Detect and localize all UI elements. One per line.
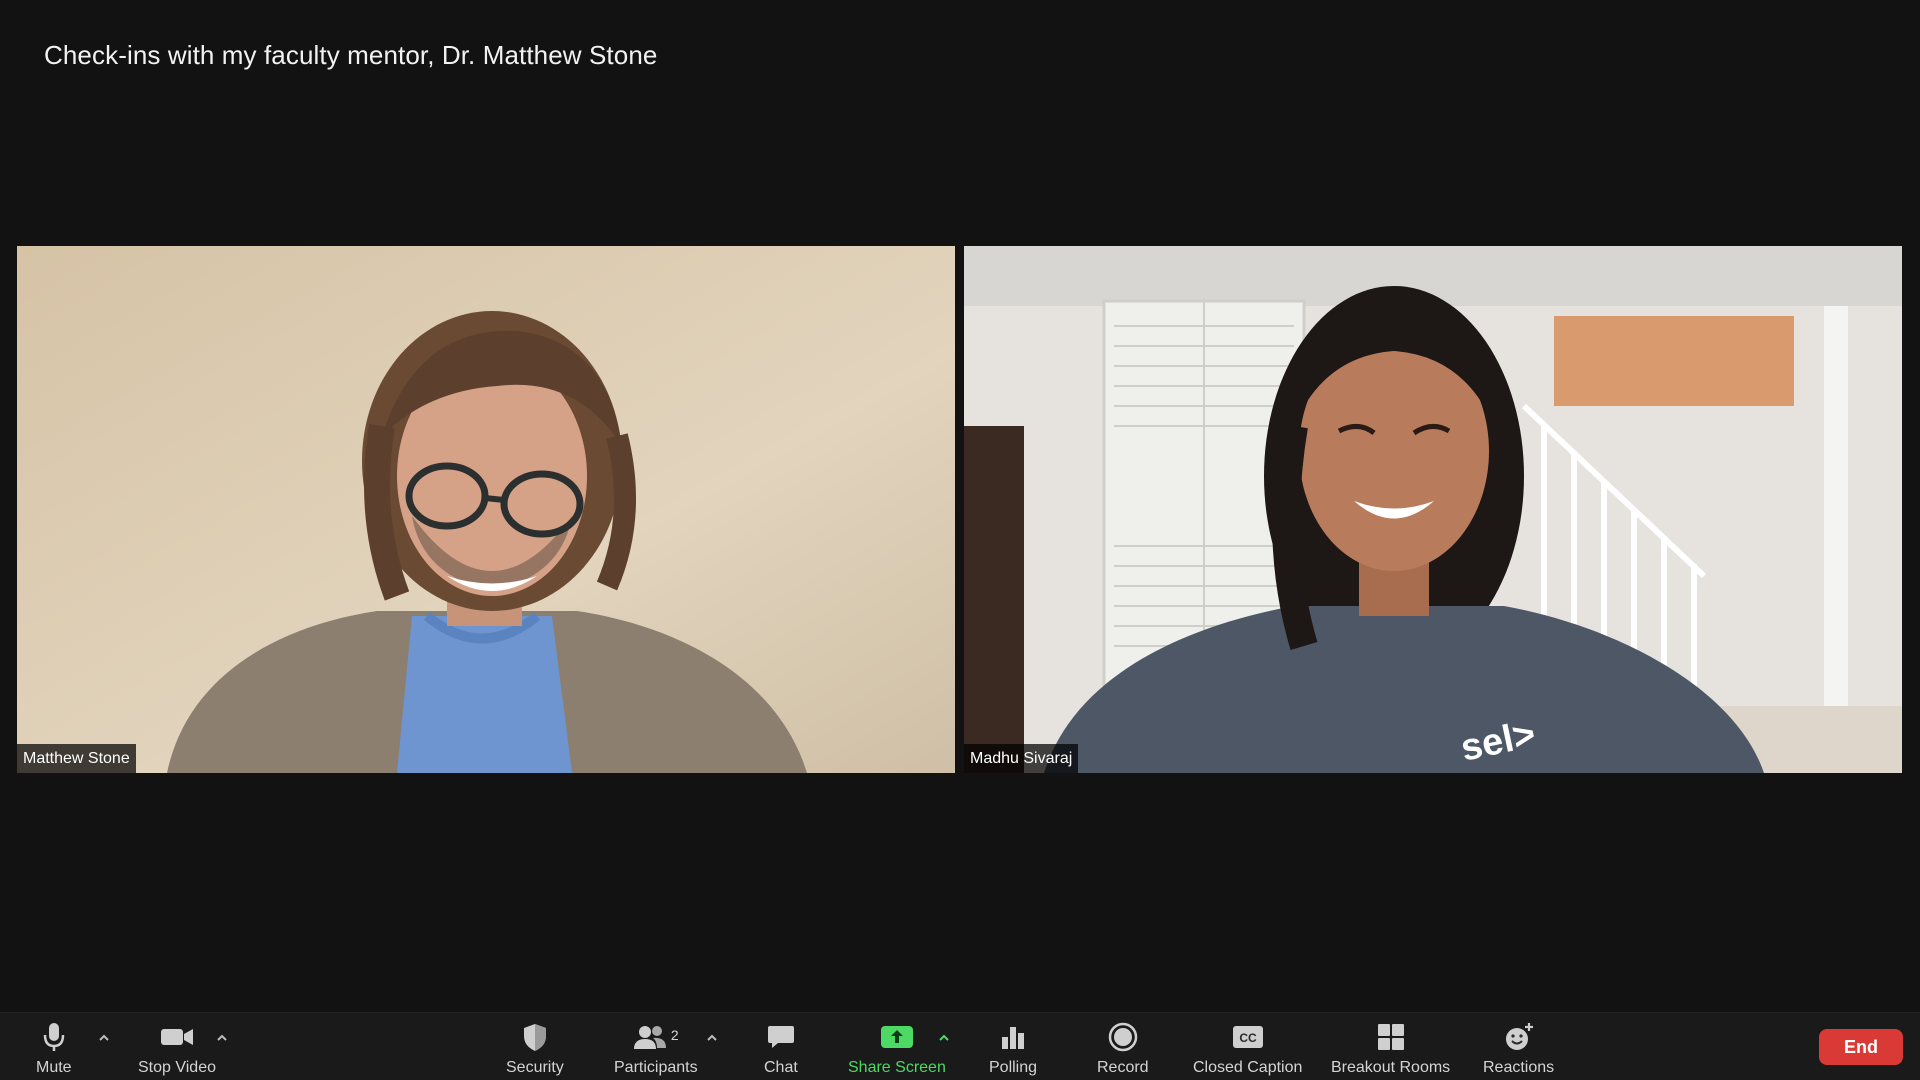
video-camera-icon [159, 1021, 195, 1053]
stop-video-label: Stop Video [138, 1059, 216, 1076]
grid-icon [1376, 1021, 1406, 1053]
smiley-plus-icon [1503, 1021, 1535, 1053]
meeting-title: Check-ins with my faculty mentor, Dr. Ma… [44, 40, 658, 70]
polling-button[interactable]: Polling [989, 1021, 1037, 1077]
participants-options-chevron-up-icon[interactable] [705, 1031, 719, 1045]
chat-bubble-icon [766, 1021, 796, 1053]
record-button[interactable]: Record [1097, 1021, 1149, 1077]
bar-chart-icon [999, 1021, 1027, 1053]
polling-label: Polling [989, 1059, 1038, 1076]
closed-caption-label: Closed Caption [1193, 1059, 1303, 1076]
participants-button[interactable]: 2 Participants [614, 1021, 698, 1077]
participants-count: 2 [670, 1027, 679, 1043]
participant-name-tag: Matthew Stone [17, 744, 136, 773]
record-label: Record [1097, 1059, 1149, 1076]
stop-video-button[interactable]: Stop Video [138, 1021, 216, 1077]
video-tile-madhu-sivaraj[interactable]: sel> Madhu Sivaraj [964, 246, 1902, 773]
end-meeting-button[interactable]: End [1819, 1029, 1903, 1065]
audio-options-chevron-up-icon[interactable] [97, 1031, 111, 1045]
mute-button[interactable]: Mute [36, 1021, 72, 1077]
participants-label: Participants [614, 1059, 698, 1076]
shield-icon [521, 1021, 549, 1053]
share-screen-icon [880, 1021, 914, 1053]
video-tile-matthew-stone[interactable]: Matthew Stone [17, 246, 955, 773]
cc-badge-text: CC [1239, 1031, 1257, 1045]
closed-caption-button[interactable]: CC Closed Caption [1193, 1021, 1302, 1077]
mute-label: Mute [36, 1059, 72, 1076]
video-feed-image [17, 246, 955, 773]
participant-name-tag: Madhu Sivaraj [964, 744, 1079, 773]
breakout-rooms-label: Breakout Rooms [1331, 1059, 1451, 1076]
chat-label: Chat [764, 1059, 798, 1076]
chat-button[interactable]: Chat [764, 1021, 798, 1077]
microphone-icon [41, 1021, 67, 1053]
zoom-meeting-window: Check-ins with my faculty mentor, Dr. Ma… [0, 0, 1920, 1080]
share-screen-label: Share Screen [848, 1059, 946, 1076]
reactions-label: Reactions [1483, 1059, 1555, 1076]
security-label: Security [506, 1059, 564, 1076]
security-button[interactable]: Security [506, 1021, 564, 1077]
share-screen-button[interactable]: Share Screen [848, 1021, 946, 1077]
closed-caption-icon: CC [1231, 1021, 1265, 1053]
people-icon: 2 [633, 1021, 679, 1053]
meeting-controls-toolbar: Mute Stop Video Security 2 Participants … [0, 1012, 1920, 1080]
record-icon [1108, 1021, 1138, 1053]
breakout-rooms-button[interactable]: Breakout Rooms [1331, 1021, 1450, 1077]
video-feed-image: sel> [964, 246, 1902, 773]
reactions-button[interactable]: Reactions [1483, 1021, 1554, 1077]
video-options-chevron-up-icon[interactable] [215, 1031, 229, 1045]
share-options-chevron-up-icon[interactable] [937, 1031, 951, 1045]
